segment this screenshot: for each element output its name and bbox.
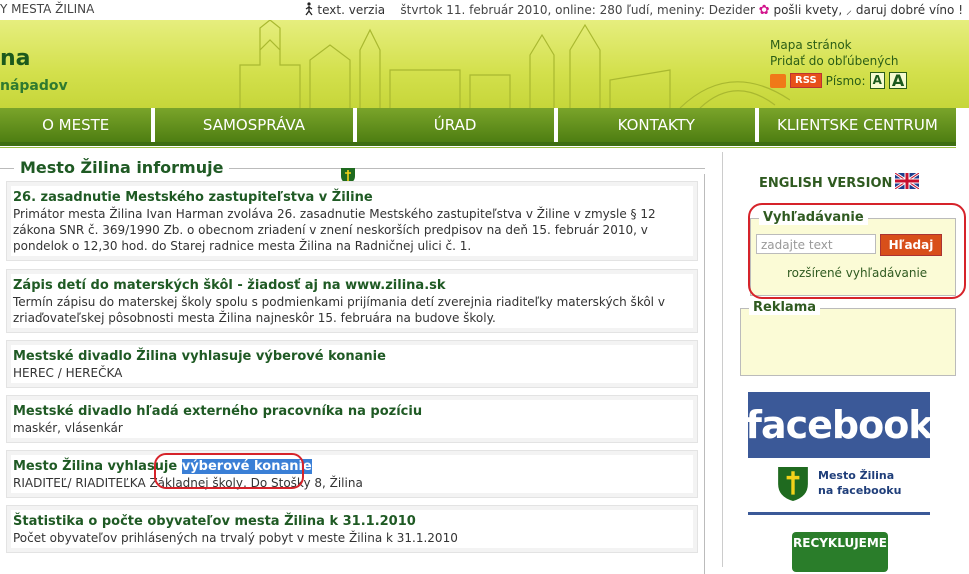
uk-flag-icon[interactable] [895, 173, 919, 189]
nav-tab-samosprava[interactable]: SAMOSPRÁVA [155, 108, 353, 142]
nav-tab-klientske-centrum[interactable]: KLIENTSKE CENTRUM [758, 108, 956, 142]
news-description: Primátor mesta Žilina Ivan Harman zvoláv… [13, 207, 656, 253]
city-skyline-illustration [239, 20, 790, 108]
annotation-circle [154, 453, 304, 489]
recycling-banner[interactable]: RECYKLUJEME [792, 532, 888, 572]
ad-title: Reklama [749, 300, 821, 315]
news-title[interactable]: Mestské divadlo Žilina vyhlasuje výberov… [13, 349, 386, 364]
wine-icon: ⸝ [846, 3, 853, 17]
nav-underline [0, 142, 956, 146]
header-banner: na nápadov Mapa stránok Pridať do obľúbe… [0, 20, 969, 108]
fb-line2: na facebooku [818, 484, 902, 497]
nav-tab-kontakty[interactable]: KONTAKTY [557, 108, 755, 142]
column-divider [722, 152, 723, 567]
site-name: Y MESTA ŽILINA [0, 2, 95, 16]
annotation-circle [748, 203, 966, 299]
news-description: RIADITEĽ/ RIADITEĽKA Základnej školy, Do… [13, 476, 363, 490]
rss-icon[interactable] [770, 73, 786, 88]
news-description: Počet obyvateľov prihlásených na trvalý … [13, 531, 458, 545]
news-section: Mesto Žilina informuje 26. zasadnutie Me… [0, 152, 705, 574]
facebook-sub-banner[interactable]: Mesto Žilina na facebooku [748, 462, 930, 515]
news-item[interactable]: Štatistika o počte obyvateľov mesta Žili… [6, 505, 698, 553]
nav-tab-o-meste[interactable]: O MESTE [0, 108, 152, 142]
news-item[interactable]: Zápis detí do materských škôl - žiadosť … [6, 269, 698, 333]
font-label: Písmo: [825, 73, 866, 88]
sidebar: ENGLISH VERSION Vyhľadávanie zadajte tex… [740, 152, 969, 572]
rss-button[interactable]: RSS [790, 73, 822, 88]
news-frame: 26. zasadnutie Mestského zastupiteľstva … [0, 174, 705, 574]
news-title[interactable]: 26. zasadnutie Mestského zastupiteľstva … [13, 190, 373, 205]
english-version-link[interactable]: ENGLISH VERSION [759, 176, 892, 191]
news-title[interactable]: Štatistika o počte obyvateľov mesta Žili… [13, 514, 416, 529]
walker-icon [305, 2, 313, 16]
logo-subtext: nápadov [0, 78, 68, 94]
top-bar: Y MESTA ŽILINA text. verzia štvrtok 11. … [0, 0, 969, 20]
news-title[interactable]: Mestské divadlo hľadá externého pracovní… [13, 404, 422, 419]
ad-box: Reklama [740, 300, 956, 376]
flower-icon: ✿ [758, 3, 770, 18]
send-flowers-link[interactable]: pošli kvety, [773, 3, 842, 17]
news-item[interactable]: Mesto Žilina vyhlasuje výberové konanie … [6, 450, 698, 498]
date-info: štvrtok 11. február 2010, online: 280 ľu… [400, 3, 755, 17]
text-version-link[interactable]: text. verzia [317, 3, 385, 17]
top-info: text. verzia štvrtok 11. február 2010, o… [304, 0, 963, 20]
font-large-button[interactable]: A [888, 72, 908, 89]
coat-of-arms-icon [778, 467, 808, 501]
header-links: Mapa stránok Pridať do obľúbených RSS Pí… [770, 38, 908, 91]
main-nav: O MESTE SAMOSPRÁVA ÚRAD KONTAKTY KLIENTS… [0, 108, 956, 142]
news-item[interactable]: Mestské divadlo Žilina vyhlasuje výberov… [6, 340, 698, 388]
news-description: HEREC / HEREČKA [13, 366, 123, 380]
facebook-banner[interactable]: facebook [745, 392, 934, 458]
nav-underline-light [0, 147, 956, 148]
news-description: maskér, vlásenkár [13, 421, 123, 435]
news-description: Termín zápisu do materskej školy spolu s… [13, 295, 665, 325]
fb-line1: Mesto Žilina [818, 469, 895, 482]
sitemap-link[interactable]: Mapa stránok [770, 38, 907, 52]
nav-tab-urad[interactable]: ÚRAD [356, 108, 554, 142]
font-small-button[interactable]: A [869, 72, 885, 89]
add-favorites-link[interactable]: Pridať do obľúbených [770, 54, 907, 68]
news-item[interactable]: 26. zasadnutie Mestského zastupiteľstva … [6, 181, 698, 261]
donate-wine-link[interactable]: daruj dobré víno ! [856, 3, 963, 17]
news-item[interactable]: Mestské divadlo hľadá externého pracovní… [6, 395, 698, 443]
logo-text: na [0, 46, 31, 71]
news-title[interactable]: Zápis detí do materských škôl - žiadosť … [13, 278, 446, 293]
